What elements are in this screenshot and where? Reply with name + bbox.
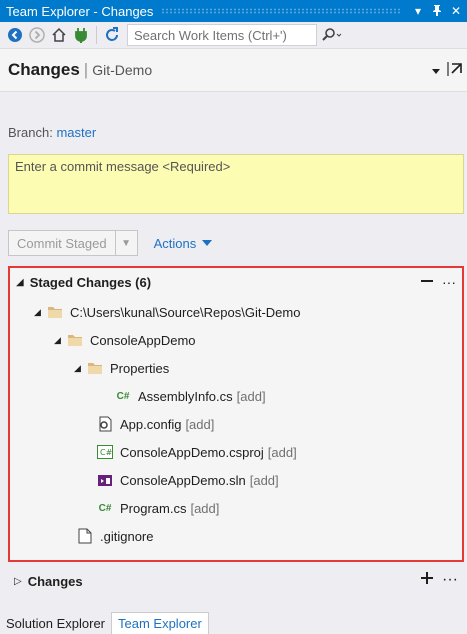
tree-item-label: ConsoleAppDemo xyxy=(90,332,196,348)
tree-item[interactable]: ◢ C:\Users\kunal\Source\Repos\Git-Demo xyxy=(34,300,300,324)
tree-item-status: [add] xyxy=(236,388,266,404)
chevron-down-icon xyxy=(202,240,213,246)
stage-all-button[interactable] xyxy=(420,571,434,590)
commit-staged-label: Commit Staged xyxy=(17,235,107,251)
tree-item-label: App.config xyxy=(120,416,182,432)
tree-item-label: Program.cs xyxy=(120,500,187,516)
actions-menu[interactable]: Actions xyxy=(154,236,213,251)
commit-staged-button[interactable]: Commit Staged xyxy=(8,230,116,256)
more-options-button[interactable]: ··· xyxy=(442,274,456,291)
changes-title: Changes xyxy=(27,573,83,589)
refresh-icon xyxy=(106,27,118,41)
bottom-tabs: Solution Explorer Team Explorer xyxy=(0,611,467,634)
chevron-down-icon: ▼ xyxy=(121,237,132,249)
minus-icon xyxy=(421,280,433,282)
toolbar-separator xyxy=(96,26,97,44)
connect-button[interactable] xyxy=(70,24,92,46)
tree-item-label: AssemblyInfo.cs xyxy=(138,388,233,404)
expand-arrow-icon[interactable]: ◢ xyxy=(54,335,66,346)
collapse-arrow-icon[interactable]: ▷ xyxy=(14,576,22,587)
expand-arrow-icon[interactable]: ◢ xyxy=(16,277,24,288)
expand-arrow-icon[interactable]: ◢ xyxy=(74,363,86,374)
commit-actions: Commit Staged ▼ Actions xyxy=(8,229,213,257)
solution-file-icon xyxy=(96,472,114,488)
more-options-button[interactable]: ··· xyxy=(442,571,458,590)
staged-changes-section: ◢ Staged Changes (6) ··· ◢ C:\Users\kuna… xyxy=(8,266,464,562)
folder-icon xyxy=(46,304,64,320)
search-button[interactable] xyxy=(317,24,347,46)
actions-label: Actions xyxy=(153,235,197,251)
undock-button[interactable] xyxy=(447,61,463,80)
commit-message-input[interactable]: Enter a commit message <Required> xyxy=(8,154,464,214)
plus-icon xyxy=(421,572,434,584)
tree-item[interactable]: ◢ ConsoleAppDemo xyxy=(54,328,196,352)
tree-item[interactable]: C# Program.cs [add] xyxy=(96,496,220,520)
branch-link[interactable]: master xyxy=(56,125,96,140)
forward-button[interactable] xyxy=(26,24,48,46)
tree-item[interactable]: .gitignore xyxy=(76,524,153,548)
forward-arrow-icon xyxy=(29,27,45,43)
svg-text:C#: C# xyxy=(100,448,113,457)
branch-info: Branch: master xyxy=(8,125,96,140)
commit-message-placeholder: Enter a commit message <Required> xyxy=(15,159,231,174)
tree-item-label: C:\Users\kunal\Source\Repos\Git-Demo xyxy=(70,304,301,320)
undock-icon xyxy=(447,62,462,76)
tab-team-explorer[interactable]: Team Explorer xyxy=(111,612,209,634)
tree-item[interactable]: C# ConsoleAppDemo.csproj [add] xyxy=(96,440,297,464)
config-file-icon xyxy=(96,416,114,432)
close-button[interactable]: ✕ xyxy=(448,4,464,18)
csharp-file-icon: C# xyxy=(116,390,130,402)
tree-item[interactable]: ConsoleAppDemo.sln [add] xyxy=(96,468,279,492)
chevron-down-icon xyxy=(432,69,440,74)
home-icon xyxy=(52,27,66,42)
search-input[interactable]: Search Work Items (Ctrl+') xyxy=(127,24,317,46)
page-dropdown-button[interactable] xyxy=(431,63,441,78)
back-button[interactable] xyxy=(4,24,26,46)
tree-item-label: ConsoleAppDemo.sln xyxy=(120,472,246,488)
tree-item-status: [add] xyxy=(249,472,279,488)
branch-label: Branch: xyxy=(8,125,53,140)
search-placeholder: Search Work Items (Ctrl+') xyxy=(134,27,287,43)
home-button[interactable] xyxy=(48,24,70,46)
staged-changes-title: Staged Changes (6) xyxy=(29,274,152,290)
folder-icon xyxy=(86,360,104,376)
titlebar-grip[interactable] xyxy=(161,8,402,14)
toolbar: Search Work Items (Ctrl+') xyxy=(0,22,467,48)
commit-dropdown-button[interactable]: ▼ xyxy=(115,230,138,256)
search-icon xyxy=(322,28,342,41)
file-icon xyxy=(76,528,94,544)
tree-item-status: [add] xyxy=(185,416,215,432)
expand-arrow-icon[interactable]: ◢ xyxy=(34,307,46,318)
window-titlebar: Team Explorer - Changes ▾ ✕ xyxy=(0,0,467,22)
tree-item-status: [add] xyxy=(190,500,220,516)
pin-icon xyxy=(433,4,441,16)
unstage-all-button[interactable] xyxy=(420,274,434,291)
pin-button[interactable] xyxy=(429,4,445,19)
refresh-button[interactable] xyxy=(101,24,123,46)
back-arrow-icon xyxy=(8,28,22,42)
folder-icon xyxy=(66,332,84,348)
tab-solution-explorer[interactable]: Solution Explorer xyxy=(0,612,111,634)
tree-item-label: Properties xyxy=(110,360,170,376)
repo-name: Git-Demo xyxy=(92,62,153,78)
page-header: Changes | Git-Demo xyxy=(0,48,467,92)
tree-item[interactable]: C# AssemblyInfo.cs [add] xyxy=(114,384,266,408)
tree-item-label: .gitignore xyxy=(100,528,154,544)
plug-icon xyxy=(75,28,87,43)
csproj-file-icon: C# xyxy=(96,444,114,460)
tree-item[interactable]: App.config [add] xyxy=(96,412,214,436)
window-dropdown-button[interactable]: ▾ xyxy=(410,4,426,18)
page-title: Changes xyxy=(8,60,80,79)
header-separator: | xyxy=(83,60,89,79)
window-title: Team Explorer - Changes xyxy=(6,3,154,19)
tree-item[interactable]: ◢ Properties xyxy=(74,356,169,380)
changes-section-header[interactable]: ▷ Changes ··· xyxy=(8,569,464,593)
csharp-file-icon: C# xyxy=(98,502,112,514)
tree-item-status: [add] xyxy=(267,444,297,460)
tree-item-label: ConsoleAppDemo.csproj xyxy=(120,444,264,460)
staged-changes-header[interactable]: ◢ Staged Changes (6) ··· xyxy=(10,268,462,296)
